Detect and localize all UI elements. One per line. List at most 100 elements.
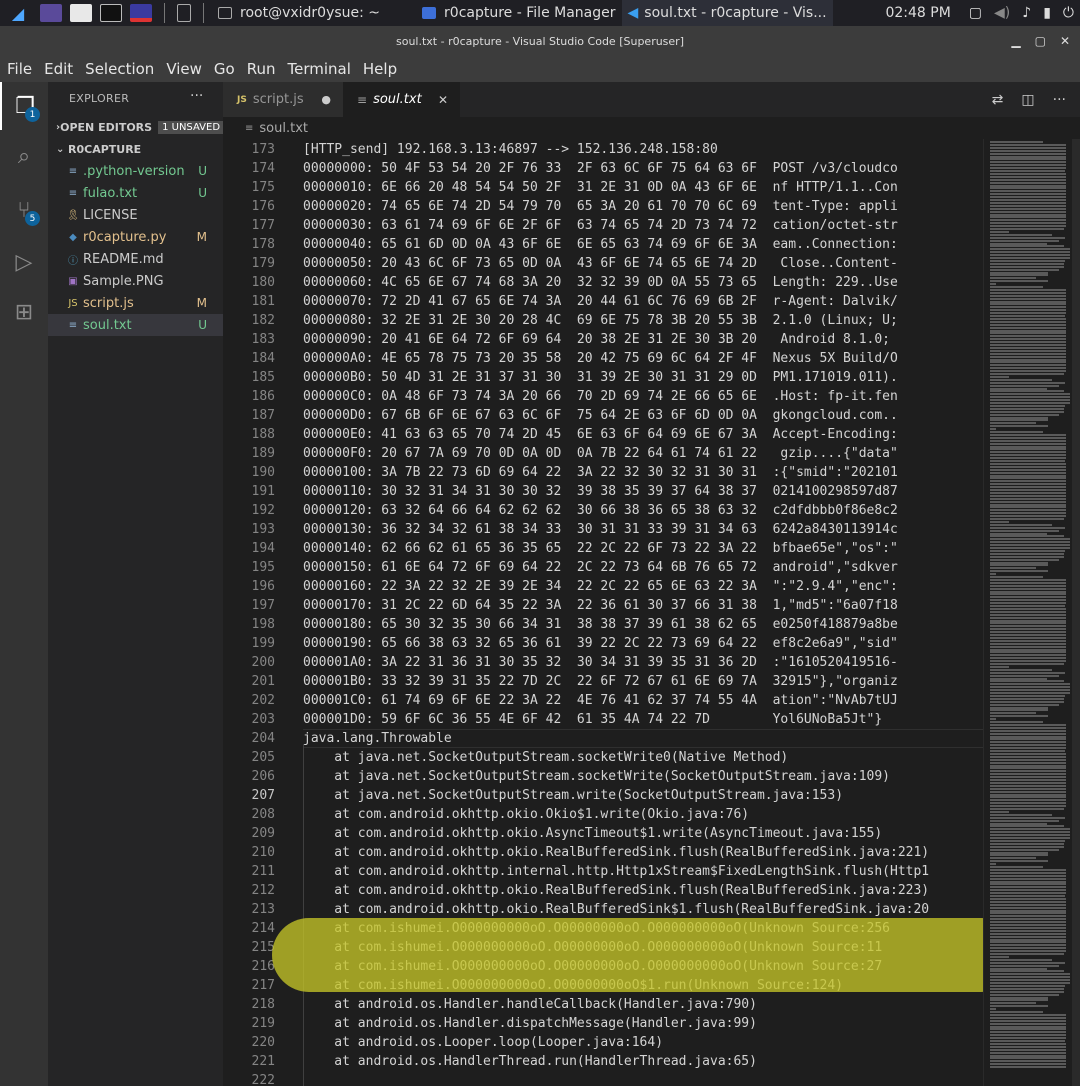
minimap-line <box>990 416 1048 419</box>
menu-terminal[interactable]: Terminal <box>288 60 351 78</box>
clock[interactable]: 02:48 PM <box>885 5 950 21</box>
explorer-icon[interactable]: ❐ 1 <box>0 82 48 130</box>
unsaved-dot-icon[interactable]: ● <box>321 93 331 106</box>
menu-view[interactable]: View <box>166 60 202 78</box>
minimap-line <box>990 622 1066 625</box>
file-item[interactable]: ◆ r0capture.py M <box>48 226 223 248</box>
browser-launcher-icon[interactable] <box>130 4 152 22</box>
minimap-line <box>990 538 1070 541</box>
project-section[interactable]: ⌄ R0CAPTURE <box>48 138 223 160</box>
minimap-line <box>990 892 1066 895</box>
vertical-scrollbar[interactable] <box>1072 139 1080 1086</box>
volume-icon[interactable]: ◀) <box>994 5 1010 21</box>
source-control-icon[interactable]: ⑂ 5 <box>0 186 48 234</box>
split-editor-icon[interactable]: ◫ <box>1021 92 1034 108</box>
line-number: 216 <box>251 959 275 974</box>
more-actions-icon[interactable]: ··· <box>1053 92 1066 108</box>
menu-edit[interactable]: Edit <box>44 60 73 78</box>
minimap-line <box>990 399 1070 402</box>
task-file-manager[interactable]: r0capture - File Manager <box>416 0 621 26</box>
minimap-line <box>990 361 1066 364</box>
minimize-icon[interactable]: ▁ <box>1011 34 1020 48</box>
tab-soul-txt[interactable]: ≡ soul.txt ✕ <box>343 82 460 117</box>
minimap-line <box>990 291 1066 294</box>
minimap-line <box>990 590 1066 593</box>
close-tab-icon[interactable]: ✕ <box>438 93 448 107</box>
line-number: 213 <box>251 902 275 917</box>
line-number: 209 <box>251 826 275 841</box>
minimap-line <box>990 483 1066 486</box>
minimap-line <box>990 494 1066 497</box>
file-item[interactable]: ⓘ README.md <box>48 248 223 270</box>
close-window-icon[interactable]: ✕ <box>1060 34 1070 48</box>
line-text: 000001C0: 61 74 69 6F 6E 22 3A 22 4E 76 … <box>303 693 898 708</box>
menu-go[interactable]: Go <box>214 60 235 78</box>
code-line: 219 at android.os.Handler.dispatchMessag… <box>223 1014 983 1033</box>
file-item[interactable]: ≡ .python-version U <box>48 160 223 182</box>
git-status: U <box>198 164 207 178</box>
menu-run[interactable]: Run <box>247 60 276 78</box>
minimap-line <box>990 808 1064 810</box>
task-terminal[interactable]: root@vxidr0ysue: ~ <box>212 0 386 26</box>
minimap-line <box>990 996 1048 999</box>
file-item[interactable]: ▣ Sample.PNG <box>48 270 223 292</box>
file-item[interactable]: ≡ soul.txt U <box>48 314 223 336</box>
minimap-line <box>990 926 1066 929</box>
minimap-line <box>990 613 1066 616</box>
line-text: at android.os.Handler.handleCallback(Han… <box>303 997 757 1012</box>
maximize-icon[interactable]: ▢ <box>1035 34 1046 48</box>
menu-selection[interactable]: Selection <box>85 60 154 78</box>
terminal-launcher-icon[interactable] <box>100 4 122 22</box>
file-item[interactable]: ≡ fulao.txt U <box>48 182 223 204</box>
notification-bell-icon[interactable]: ♪ <box>1022 5 1031 21</box>
minimap-line <box>990 271 1048 274</box>
minimap-line <box>990 312 1066 315</box>
minimap-line <box>990 503 1066 506</box>
line-number: 206 <box>251 769 275 784</box>
breadcrumb-file[interactable]: soul.txt <box>259 121 308 136</box>
open-editors-section[interactable]: › OPEN EDITORS 1 UNSAVED <box>48 116 225 138</box>
minimap-line <box>990 445 1066 448</box>
line-number: 202 <box>251 693 275 708</box>
extensions-icon[interactable]: ⊞ <box>0 288 48 336</box>
tab-script-js[interactable]: JS script.js ● <box>223 82 343 117</box>
highlighter-annotation <box>272 918 1018 992</box>
javascript-file-icon: JS <box>237 94 247 105</box>
power-icon[interactable]: ⏻ <box>1063 5 1074 21</box>
minimap-line <box>990 871 1066 874</box>
line-number: 182 <box>251 313 275 328</box>
kali-menu-icon[interactable]: ◢ <box>0 0 36 26</box>
minimap-line <box>990 329 1066 332</box>
app-launcher-icon[interactable] <box>40 4 62 22</box>
minimap-line <box>990 242 1047 245</box>
minimap-line <box>990 187 1066 190</box>
compare-changes-icon[interactable]: ⇄ <box>992 92 1004 108</box>
menu-help[interactable]: Help <box>363 60 397 78</box>
minimap[interactable] <box>983 139 1080 1086</box>
minimap-line <box>990 555 1064 558</box>
run-debug-icon[interactable]: ▷ <box>0 238 48 286</box>
more-actions-icon[interactable]: ··· <box>190 88 203 104</box>
minimap-line <box>990 822 1047 825</box>
workspace-icon[interactable] <box>177 4 191 22</box>
line-text: at android.os.Looper.loop(Looper.java:16… <box>303 1035 664 1050</box>
line-number: 220 <box>251 1035 275 1050</box>
minimap-line <box>990 700 1064 703</box>
git-status: U <box>198 318 207 332</box>
line-text: 000001D0: 59 6F 6C 36 55 4E 6F 42 61 35 … <box>303 712 883 727</box>
minimap-line <box>990 355 1066 358</box>
file-type-icon: ≡ <box>68 187 78 199</box>
minimap-line <box>990 387 1047 390</box>
line-number: 218 <box>251 997 275 1012</box>
line-text: 00000150: 61 6E 64 72 6F 69 64 22 2C 22 … <box>303 560 898 575</box>
screen-icon[interactable]: ▢ <box>969 5 982 21</box>
minimap-line <box>990 848 1059 851</box>
task-vscode[interactable]: ◀ soul.txt - r0capture - Vis... <box>621 0 833 26</box>
menu-file[interactable]: File <box>7 60 32 78</box>
battery-icon[interactable]: ▮ <box>1043 5 1051 21</box>
file-item[interactable]: JS script.js M <box>48 292 223 314</box>
file-item[interactable]: 🎗 LICENSE <box>48 204 223 226</box>
file-manager-launcher-icon[interactable] <box>70 4 92 22</box>
minimap-line <box>990 349 1066 352</box>
search-icon[interactable]: ⌕ <box>0 132 48 180</box>
